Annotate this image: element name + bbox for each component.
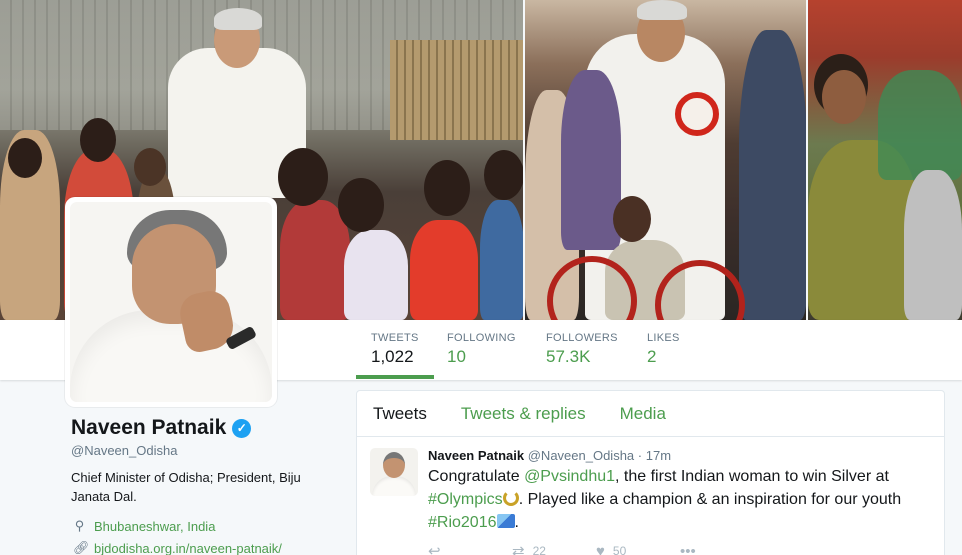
tweet-author-handle[interactable]: @Naveen_Odisha (528, 448, 634, 463)
verified-badge-icon: ✓ (232, 418, 252, 438)
medal-emoji-icon (502, 490, 519, 506)
tweet-text-part: . Played like a champion & an inspiratio… (518, 491, 902, 508)
like-count: 50 (612, 544, 627, 555)
location-text[interactable]: Bhubaneshwar, India (94, 519, 215, 534)
tweet-author-name[interactable]: Naveen Patnaik (428, 448, 524, 463)
like-button[interactable]: ♥ 50 (596, 542, 680, 555)
profile-name[interactable]: Naveen Patnaik (71, 416, 226, 440)
stat-label: FOLLOWING (447, 332, 516, 344)
tweet-actions: ↩ ⇄ 22 ♥ 50 ••• (428, 542, 764, 555)
stat-label: FOLLOWERS (546, 332, 618, 344)
profile-avatar[interactable] (65, 197, 277, 407)
tweet-timestamp[interactable]: · 17m (638, 448, 671, 463)
heart-icon: ♥ (596, 542, 605, 555)
tweet-hashtag-link[interactable]: #Rio2016 (428, 514, 497, 531)
retweet-button[interactable]: ⇄ 22 (512, 542, 596, 555)
tweet-text: Congratulate @Pvsindhu1, the first India… (428, 465, 928, 534)
tab-tweets-replies[interactable]: Tweets & replies (461, 404, 586, 424)
tab-tweets[interactable]: Tweets (373, 404, 427, 424)
website-link[interactable]: bjdodisha.org.in/naveen-patnaik/ (94, 541, 282, 555)
profile-bio: Chief Minister of Odisha; President, Bij… (71, 470, 301, 504)
banner-photo-bicycles (808, 0, 962, 320)
tweet-hashtag-link[interactable]: #Olympics (428, 491, 503, 508)
reply-icon: ↩ (428, 543, 441, 555)
tweet-text-part: . (514, 514, 519, 531)
tweet-mention-link[interactable]: @Pvsindhu1 (524, 468, 615, 485)
link-icon: 🔗︎ (73, 540, 90, 555)
stat-value: 2 (647, 347, 657, 366)
tweet-avatar[interactable] (370, 448, 418, 496)
profile-website: 🔗︎ bjdodisha.org.in/naveen-patnaik/ (73, 540, 282, 555)
timeline-tabs: Tweets Tweets & replies Media (357, 391, 944, 437)
stat-value: 10 (447, 347, 466, 366)
more-dots-icon: ••• (680, 542, 696, 555)
profile-handle[interactable]: @Naveen_Odisha (71, 443, 177, 458)
retweet-count: 22 (532, 544, 546, 555)
stat-tweets[interactable]: TWEETS 1,022 (356, 332, 434, 379)
stat-label: LIKES (647, 332, 680, 344)
profile-name-row: Naveen Patnaik ✓ (71, 416, 252, 440)
timeline: Tweets Tweets & replies Media Naveen Pat… (356, 390, 945, 555)
stat-following[interactable]: FOLLOWING 10 (447, 332, 516, 367)
stat-label: TWEETS (371, 332, 419, 344)
stat-followers[interactable]: FOLLOWERS 57.3K (546, 332, 618, 367)
tweet-text-part: Congratulate (428, 468, 525, 485)
location-pin-icon: ⚲ (74, 518, 85, 533)
stat-value: 57.3K (546, 347, 591, 366)
landscape-emoji-icon (496, 514, 515, 528)
stat-likes[interactable]: LIKES 2 (647, 332, 680, 367)
profile-location: ⚲ Bhubaneshwar, India (73, 518, 216, 534)
banner-photo-wheelchair (524, 0, 807, 320)
tweet-header: Naveen Patnaik @Naveen_Odisha · 17m (428, 448, 671, 463)
tweet-item[interactable]: Naveen Patnaik @Naveen_Odisha · 17m Cong… (357, 438, 944, 555)
retweet-icon: ⇄ (512, 543, 525, 555)
tweet-text-part: , the first Indian woman to win Silver a… (615, 468, 889, 485)
reply-button[interactable]: ↩ (428, 542, 512, 555)
tab-media[interactable]: Media (620, 404, 666, 424)
more-button[interactable]: ••• (680, 542, 764, 555)
stat-value: 1,022 (371, 347, 414, 366)
